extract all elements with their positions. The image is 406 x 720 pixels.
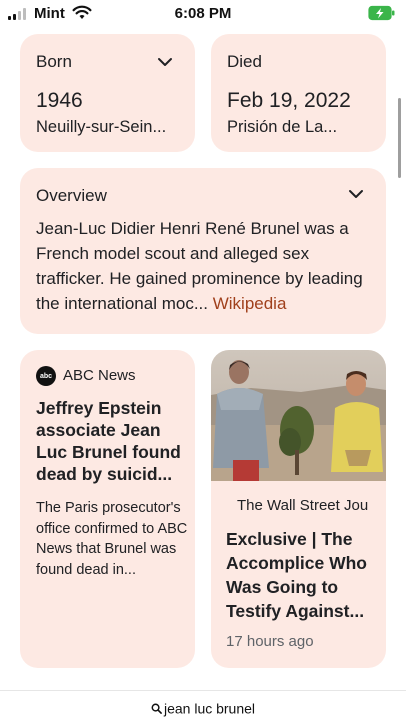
news-card-wsj[interactable]: The Wall Street Jou Exclusive | The Acco… [211,350,386,668]
news-card-abc[interactable]: abc ABC News Jeffrey Epstein associate J… [20,350,195,668]
news-thumbnail-image [211,350,386,481]
born-card[interactable]: Born 1946 Neuilly-sur-Sein... [20,34,195,152]
status-bar: Mint 6:08 PM [0,0,406,28]
died-place: Prisión de La... [227,118,338,136]
search-query: jean luc brunel [163,700,256,717]
news-headline[interactable]: Exclusive | The Accomplice Who Was Going… [226,527,378,623]
born-place: Neuilly-sur-Sein... [36,118,167,136]
abc-news-logo-icon: abc [36,366,56,386]
overview-label: Overview [36,186,107,205]
wikipedia-link[interactable]: Wikipedia [213,294,287,313]
news-source: ABC News [63,367,136,384]
overview-card[interactable]: Overview Jean-Luc Didier Henri René Brun… [20,168,386,334]
address-bar[interactable]: jean luc brunel [0,690,406,720]
born-label: Born [36,52,72,71]
news-timestamp: 17 hours ago [226,633,314,650]
overview-description: Jean-Luc Didier Henri René Brunel was a … [36,219,363,313]
url-row[interactable]: jean luc brunel [0,699,406,716]
died-card[interactable]: Died Feb 19, 2022 Prisión de La... [211,34,386,152]
status-time: 6:08 PM [174,5,232,22]
chevron-down-icon[interactable] [157,57,173,67]
died-date: Feb 19, 2022 [227,89,351,112]
news-source: The Wall Street Jou [237,497,369,514]
news-snippet: The Paris prosecutor's office confirmed … [36,500,188,578]
search-icon [151,703,162,714]
news-headline[interactable]: Jeffrey Epstein associate Jean Luc Brune… [36,397,188,485]
died-label: Died [227,52,262,71]
born-year: 1946 [36,89,83,112]
overview-text: Jean-Luc Didier Henri René Brunel was a … [36,216,376,316]
scrollbar[interactable] [398,98,401,178]
battery-charging-icon [368,5,395,21]
chevron-down-icon[interactable] [348,189,364,199]
